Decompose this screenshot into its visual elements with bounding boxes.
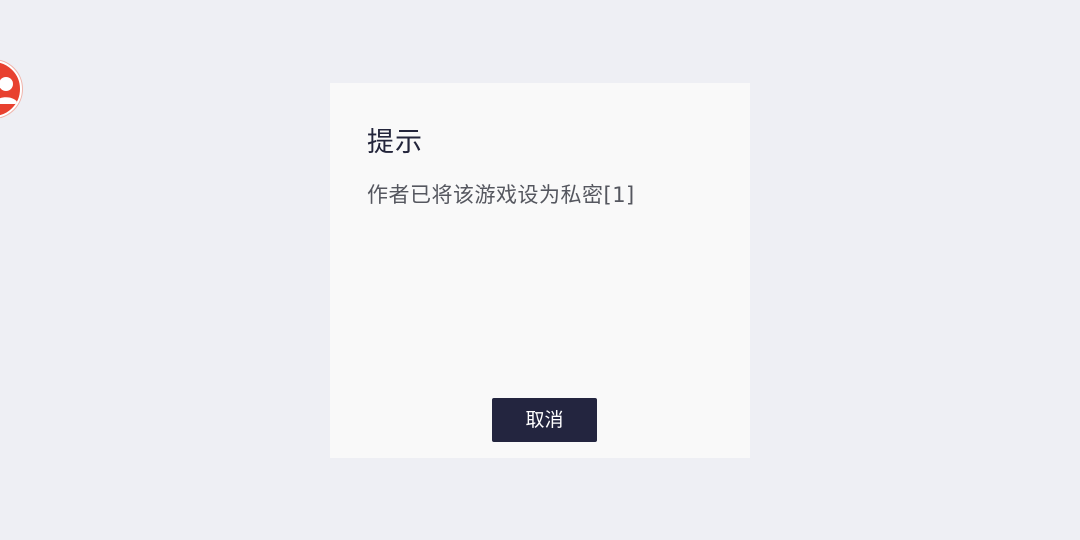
dialog-message: 作者已将该游戏设为私密[1]	[367, 183, 635, 207]
dialog-title: 提示	[367, 127, 423, 158]
side-floating-button[interactable]	[0, 60, 22, 118]
dialog: 提示 作者已将该游戏设为私密[1] 取消	[330, 83, 750, 458]
cancel-button[interactable]: 取消	[492, 398, 597, 442]
user-avatar-icon	[0, 77, 18, 104]
